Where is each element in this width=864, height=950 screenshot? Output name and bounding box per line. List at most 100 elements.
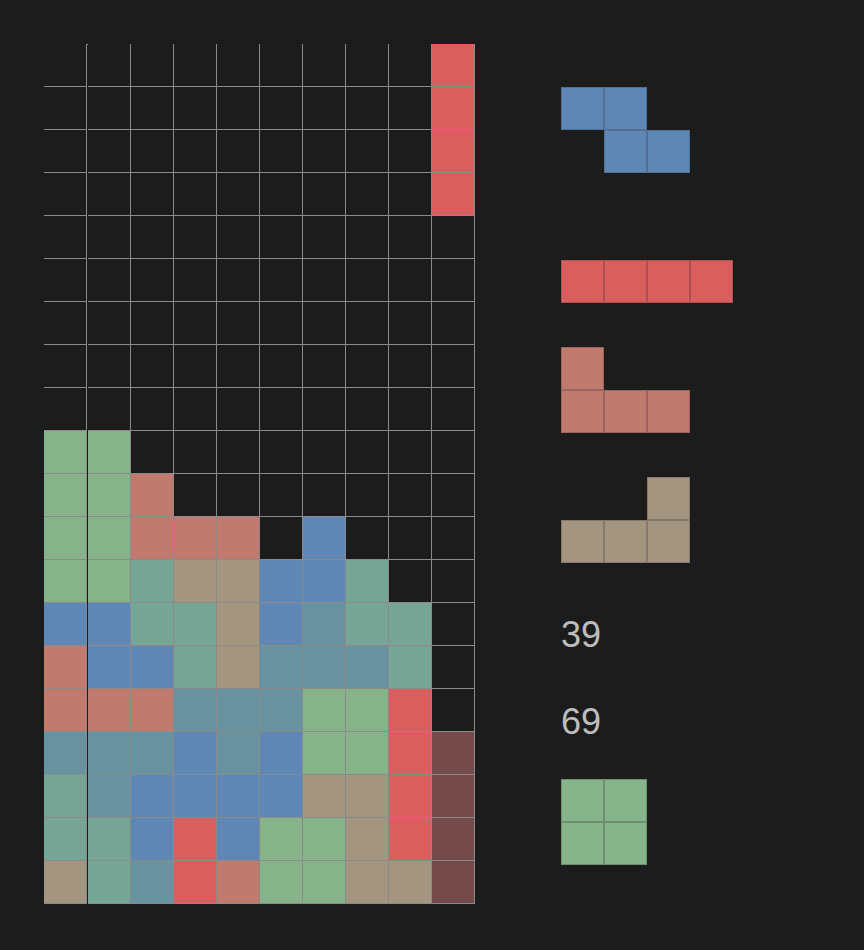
block — [303, 560, 346, 603]
block — [346, 646, 389, 689]
block — [260, 560, 303, 603]
empty-cell — [346, 517, 389, 560]
block — [303, 775, 346, 818]
block — [88, 861, 131, 904]
block — [44, 861, 87, 904]
block — [389, 732, 432, 775]
block — [131, 646, 174, 689]
block — [303, 732, 346, 775]
empty-cell — [389, 517, 432, 560]
block — [260, 689, 303, 732]
empty-cell — [260, 388, 303, 431]
empty-cell — [432, 302, 475, 345]
empty-cell — [131, 87, 174, 130]
block — [432, 775, 475, 818]
block — [44, 603, 87, 646]
block — [88, 689, 131, 732]
block — [217, 775, 260, 818]
empty-cell — [260, 216, 303, 259]
empty-cell — [174, 345, 217, 388]
next-piece — [561, 779, 733, 865]
empty-cell — [303, 345, 346, 388]
block — [44, 732, 87, 775]
block — [174, 603, 217, 646]
block — [303, 861, 346, 904]
block — [389, 861, 432, 904]
block — [44, 517, 87, 560]
next-piece — [561, 347, 733, 433]
empty-cell — [346, 44, 389, 87]
empty-cell — [260, 173, 303, 216]
block — [389, 646, 432, 689]
block — [260, 732, 303, 775]
empty-cell — [260, 259, 303, 302]
empty-cell — [260, 302, 303, 345]
block — [131, 474, 174, 517]
block — [44, 689, 87, 732]
empty-cell — [131, 431, 174, 474]
empty-cell — [389, 431, 432, 474]
empty-cell — [217, 302, 260, 345]
block — [346, 732, 389, 775]
block — [174, 818, 217, 861]
empty-cell — [303, 474, 346, 517]
empty-cell — [217, 345, 260, 388]
block — [260, 646, 303, 689]
block — [432, 732, 475, 775]
block — [217, 560, 260, 603]
empty-cell — [131, 130, 174, 173]
empty-cell — [131, 44, 174, 87]
empty-cell — [217, 173, 260, 216]
block — [346, 603, 389, 646]
block — [44, 474, 87, 517]
empty-cell — [174, 87, 217, 130]
empty-cell — [174, 388, 217, 431]
game-screen: 3969 — [0, 0, 864, 950]
block — [432, 173, 475, 216]
empty-cell — [131, 302, 174, 345]
empty-cell — [303, 431, 346, 474]
score-number: 39 — [561, 591, 733, 678]
block — [432, 130, 475, 173]
empty-cell — [44, 216, 87, 259]
board — [44, 44, 474, 904]
empty-cell — [217, 44, 260, 87]
empty-cell — [303, 173, 346, 216]
block — [131, 560, 174, 603]
block — [389, 603, 432, 646]
empty-cell — [389, 560, 432, 603]
block — [217, 646, 260, 689]
block — [44, 818, 87, 861]
block — [88, 603, 131, 646]
empty-cell — [44, 388, 87, 431]
empty-cell — [174, 302, 217, 345]
empty-cell — [174, 216, 217, 259]
empty-cell — [346, 130, 389, 173]
block — [174, 646, 217, 689]
empty-cell — [44, 44, 87, 87]
empty-cell — [303, 44, 346, 87]
empty-cell — [88, 173, 131, 216]
empty-cell — [432, 646, 475, 689]
block — [432, 87, 475, 130]
empty-cell — [346, 474, 389, 517]
empty-cell — [260, 517, 303, 560]
empty-cell — [217, 474, 260, 517]
block — [44, 775, 87, 818]
empty-cell — [88, 345, 131, 388]
block — [217, 861, 260, 904]
empty-cell — [260, 431, 303, 474]
empty-cell — [389, 302, 432, 345]
block — [174, 560, 217, 603]
empty-cell — [432, 603, 475, 646]
block — [174, 732, 217, 775]
block — [432, 44, 475, 87]
block — [389, 818, 432, 861]
empty-cell — [432, 517, 475, 560]
block — [217, 689, 260, 732]
block — [346, 775, 389, 818]
empty-cell — [303, 302, 346, 345]
empty-cell — [389, 216, 432, 259]
empty-cell — [303, 130, 346, 173]
block — [44, 431, 87, 474]
